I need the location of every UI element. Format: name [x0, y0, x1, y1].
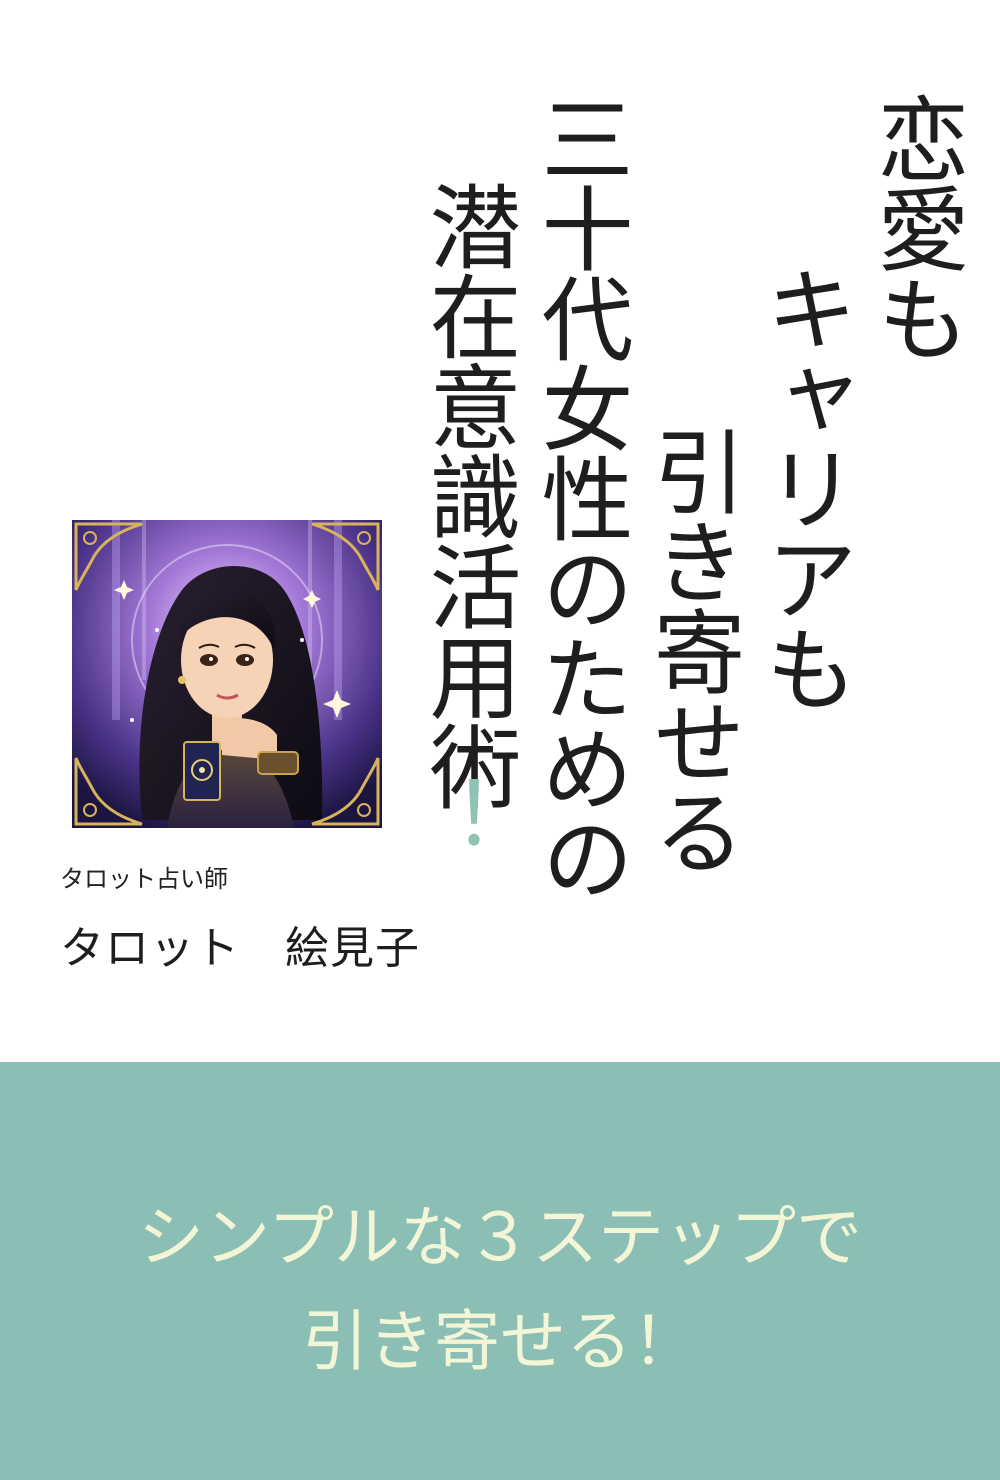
tagline-line-2: 引き寄せる！	[302, 1303, 698, 1380]
title-column-2: キャリアも	[750, 262, 857, 712]
author-role: タロット占い師	[60, 865, 228, 893]
tarot-reader-illustration	[72, 520, 382, 828]
title-column-4: 三十代女性のための	[526, 92, 633, 902]
title-column-1: 恋愛も	[862, 92, 969, 362]
title-column-3: 引き寄せる	[638, 425, 745, 875]
author-name: タロット 絵見子	[60, 923, 420, 974]
tagline-line-1: シンプルな３ステップで	[137, 1199, 863, 1276]
title-column-5: 潜在意識活用術	[414, 180, 521, 810]
title-exclamation-mark: ！	[452, 770, 540, 860]
